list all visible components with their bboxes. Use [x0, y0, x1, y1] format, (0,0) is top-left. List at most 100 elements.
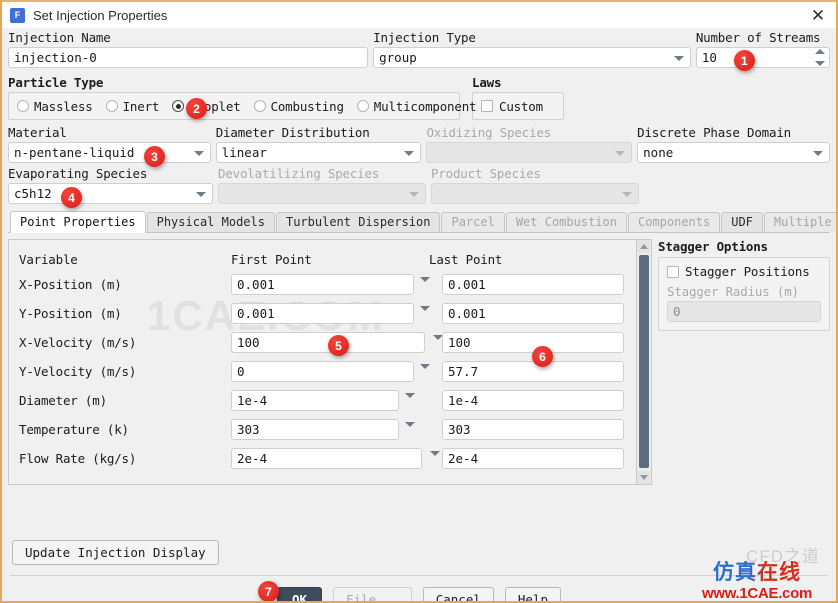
number-of-streams-stepper[interactable] [815, 49, 826, 66]
help-button[interactable]: Help [504, 587, 561, 601]
title-bar: F Set Injection Properties ✕ [2, 2, 836, 28]
tab-point-properties[interactable]: Point Properties [10, 211, 146, 233]
checkbox-custom[interactable]: Custom [481, 99, 543, 114]
annotation-badge-4: 4 [61, 187, 82, 208]
discrete-phase-domain-dropdown[interactable]: none [637, 142, 830, 163]
checkbox-stagger-positions[interactable]: Stagger Positions [667, 264, 810, 279]
radio-icon [172, 100, 185, 112]
tab-turbulent-dispersion[interactable]: Turbulent Dispersion [275, 212, 441, 232]
header-first-point: First Point [231, 251, 312, 267]
first-point-diameter[interactable] [231, 390, 399, 411]
last-point-y-position[interactable] [442, 303, 624, 324]
row-label-x-position: X-Position (m) [19, 277, 122, 292]
chevron-down-icon[interactable] [420, 306, 430, 311]
row-label-y-position: Y-Position (m) [19, 306, 122, 321]
first-point-temperature[interactable] [231, 419, 399, 440]
row-material: Material n-pentane-liquid 3 Diameter Dis… [8, 125, 830, 167]
injection-type-dropdown[interactable]: group [373, 47, 691, 68]
window-title: Set Injection Properties [33, 7, 168, 23]
first-point-x-position-stepper[interactable] [420, 277, 431, 292]
first-point-x-position[interactable] [231, 274, 414, 295]
evaporating-species-dropdown[interactable]: c5h12 [8, 183, 213, 204]
diameter-distribution-dropdown[interactable]: linear [215, 142, 422, 163]
scrollbar-thumb[interactable] [639, 255, 649, 468]
first-point-y-velocity[interactable] [231, 361, 414, 382]
checkbox-custom-label: Custom [499, 98, 543, 114]
last-point-diameter[interactable] [442, 390, 624, 411]
chevron-down-icon [812, 150, 823, 156]
radio-icon [253, 100, 266, 112]
first-point-y-position[interactable] [231, 303, 414, 324]
annotation-badge-5: 5 [328, 335, 349, 356]
particle-type-label: Particle Type [8, 75, 104, 90]
diameter-distribution-label: Diameter Distribution [215, 125, 370, 140]
last-point-flow-rate[interactable] [442, 448, 624, 469]
annotation-badge-7: 7 [257, 581, 279, 601]
first-point-y-velocity-stepper[interactable] [420, 364, 431, 379]
scroll-down-icon[interactable] [637, 471, 651, 484]
table-row: X-Position (m) [19, 270, 636, 299]
evaporating-species-group: Evaporating Species c5h12 4 [8, 166, 213, 208]
table-row: Temperature (k) [19, 415, 636, 444]
number-of-streams-input[interactable] [695, 47, 831, 68]
table-vertical-scrollbar[interactable] [637, 239, 652, 485]
row-names: Injection Name Injection Type group Numb… [8, 30, 831, 71]
laws-group: Laws Custom [472, 75, 564, 120]
first-point-diameter-stepper[interactable] [405, 393, 416, 408]
stagger-positions-label: Stagger Positions [685, 264, 810, 279]
tab-physical-models[interactable]: Physical Models [146, 212, 275, 232]
injection-name-label: Injection Name [8, 30, 111, 45]
first-point-temperature-stepper[interactable] [405, 422, 416, 437]
row-label-x-velocity: X-Velocity (m/s) [19, 335, 137, 350]
table-row: Y-Position (m) [19, 299, 636, 328]
tab-components: Components [627, 212, 721, 232]
chevron-down-icon[interactable] [420, 364, 430, 369]
tab-udf[interactable]: UDF [721, 212, 763, 232]
row-label-temperature: Temperature (k) [19, 422, 129, 437]
ok-button[interactable]: OK [276, 587, 323, 601]
radio-massless[interactable]: Massless [17, 99, 93, 114]
radio-combusting[interactable]: Combusting [253, 98, 344, 114]
last-point-x-position[interactable] [442, 274, 624, 295]
radio-inert[interactable]: Inert [105, 99, 159, 114]
particle-type-radio-group: Massless Inert Droplet Combusting Multic… [8, 92, 477, 120]
checkbox-icon [667, 265, 679, 278]
radio-multicomponent[interactable]: Multicomponent [356, 99, 477, 114]
oxidizing-species-dropdown [426, 142, 633, 163]
scroll-up-icon[interactable] [637, 240, 651, 253]
chevron-down-icon[interactable] [420, 277, 430, 282]
first-point-flow-rate[interactable] [231, 448, 422, 469]
row-label-y-velocity: Y-Velocity (m/s) [19, 364, 137, 379]
evaporating-species-value: c5h12 [14, 186, 52, 201]
table-row: X-Velocity (m/s) 5 6 [19, 328, 636, 367]
point-properties-panel: 1CAE.COM Variable First Point Last Point… [8, 239, 830, 485]
point-properties-table: 1CAE.COM Variable First Point Last Point… [8, 239, 638, 485]
injection-name-group: Injection Name [8, 30, 369, 68]
tab-bar: Point Properties Physical Models Turbule… [8, 211, 836, 233]
last-point-y-velocity[interactable] [442, 361, 624, 382]
cancel-button[interactable]: Cancel [422, 587, 494, 601]
tab-multiple-reactions: Multiple Reactions [763, 212, 836, 232]
row-label-diameter: Diameter (m) [19, 393, 107, 408]
first-point-y-position-stepper[interactable] [420, 306, 431, 321]
chevron-down-icon[interactable] [430, 451, 440, 456]
file-button: File... [333, 587, 412, 601]
product-species-dropdown [431, 183, 639, 204]
material-dropdown[interactable]: n-pentane-liquid [8, 142, 211, 163]
dialog-body: Injection Name Injection Type group Numb… [2, 30, 836, 601]
oxidizing-species-group: Oxidizing Species [426, 125, 633, 163]
chevron-down-icon[interactable] [405, 393, 415, 398]
first-point-flow-rate-stepper[interactable] [430, 451, 441, 466]
tab-wet-combustion: Wet Combustion [505, 212, 627, 232]
row-particle-type: Particle Type Massless Inert Droplet Com… [8, 75, 830, 120]
update-injection-display-button[interactable]: Update Injection Display [12, 540, 219, 565]
stepper-down-icon[interactable] [815, 61, 826, 66]
last-point-temperature[interactable] [442, 419, 624, 440]
table-header-row: Variable First Point Last Point [19, 248, 636, 270]
discrete-phase-domain-label: Discrete Phase Domain [637, 125, 791, 140]
chevron-down-icon[interactable] [405, 422, 415, 427]
close-icon[interactable]: ✕ [808, 5, 828, 25]
radio-combusting-label: Combusting [270, 98, 344, 114]
stepper-up-icon[interactable] [815, 49, 826, 54]
injection-name-input[interactable] [8, 47, 369, 68]
